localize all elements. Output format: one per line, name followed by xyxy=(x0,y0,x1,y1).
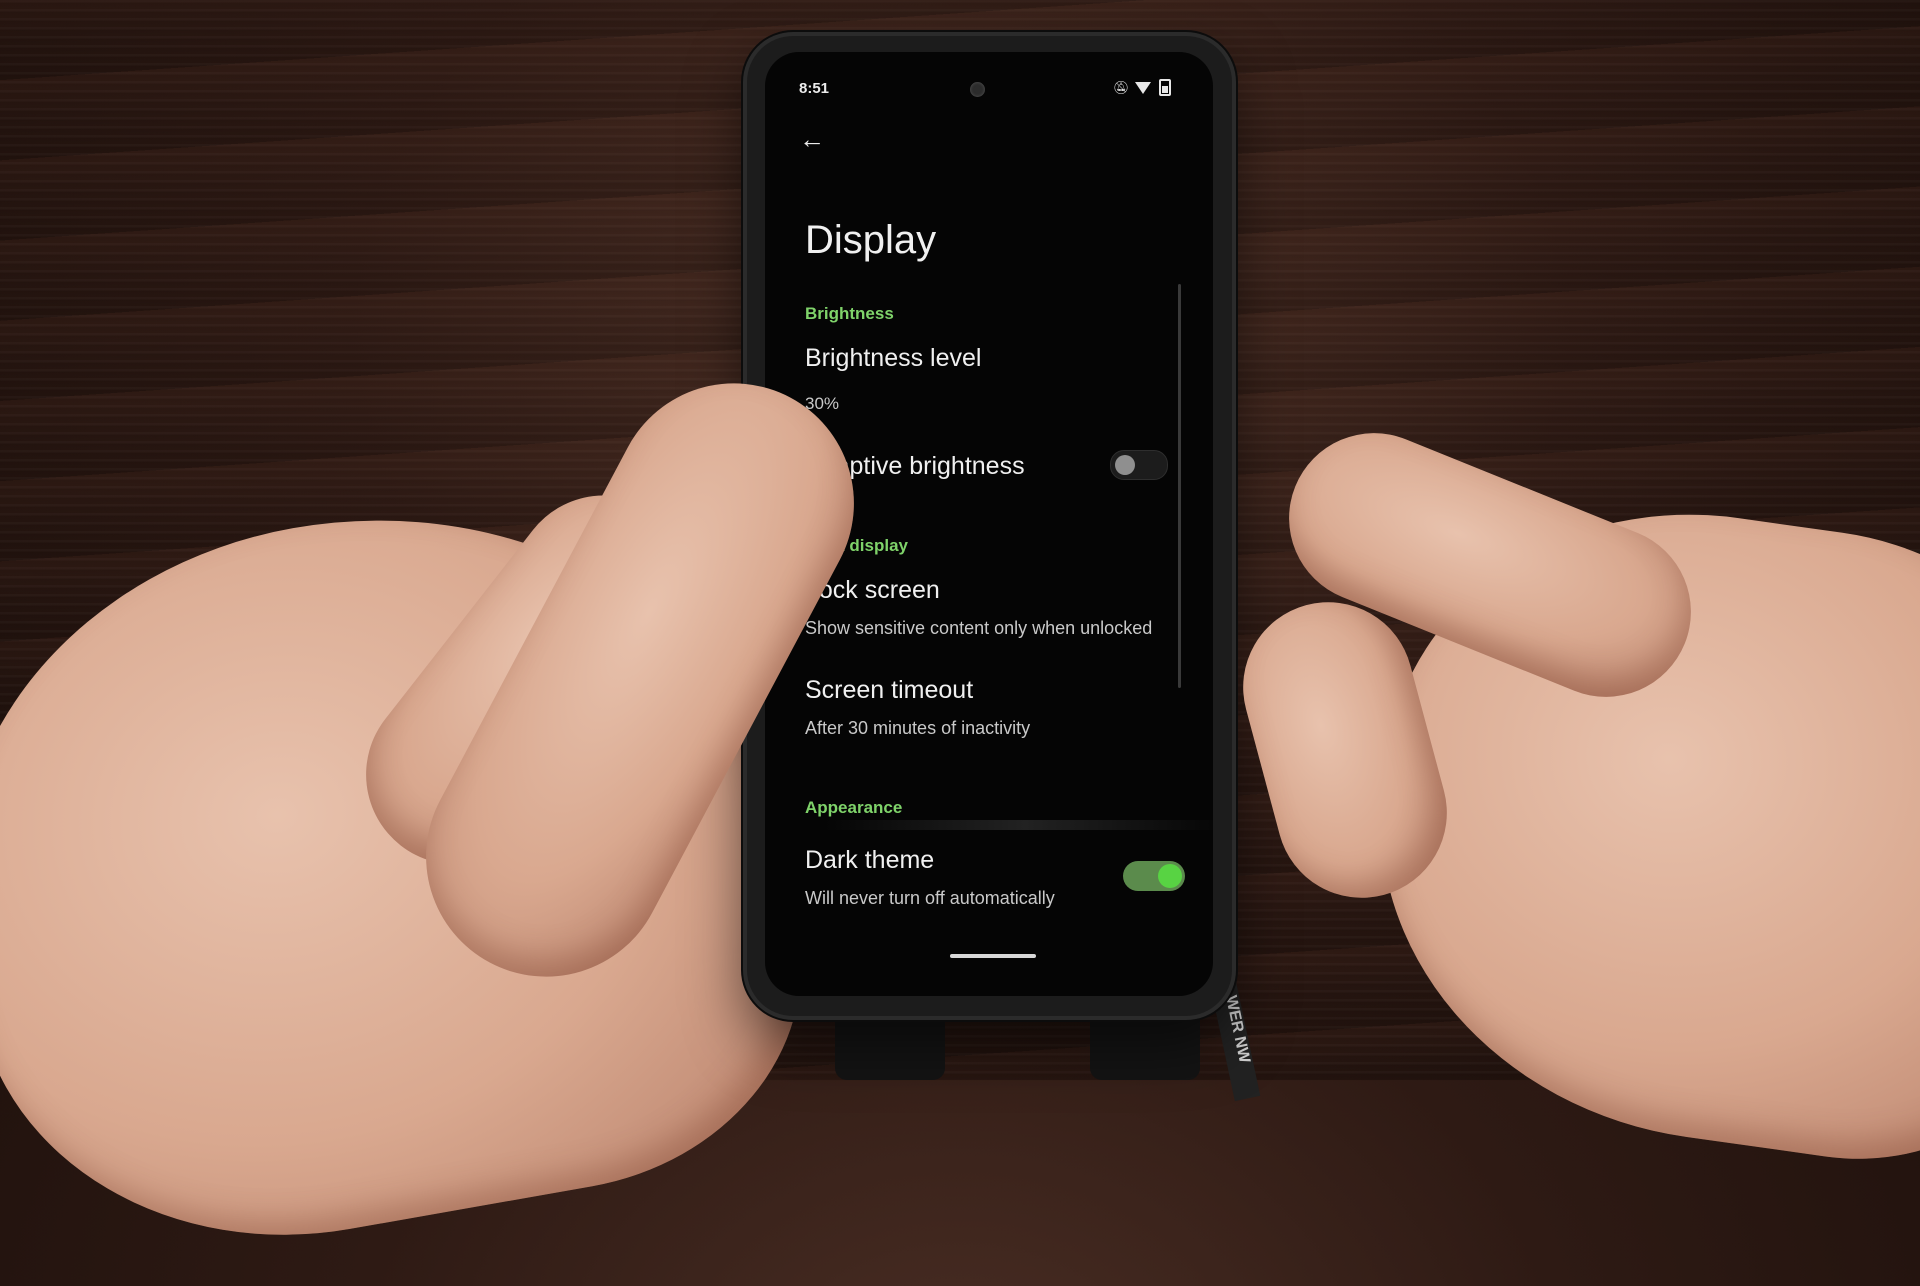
section-header-brightness: Brightness xyxy=(805,304,894,323)
scrollbar[interactable] xyxy=(1178,284,1181,688)
dark-theme-subtitle: Will never turn off automatically xyxy=(805,888,1055,908)
screen-glare xyxy=(825,820,1213,830)
section-header-appearance: Appearance xyxy=(805,798,903,817)
lock-screen-subtitle: Show sensitive content only when unlocke… xyxy=(805,618,1153,638)
mute-icon: 🔕︎ xyxy=(1113,79,1130,95)
brightness-level-title: Brightness level xyxy=(805,344,982,372)
screen-timeout-subtitle: After 30 minutes of inactivity xyxy=(805,718,1031,738)
screen-timeout-title: Screen timeout xyxy=(805,676,974,704)
page-title: Display xyxy=(805,218,937,262)
wifi-icon xyxy=(1135,81,1151,94)
dark-theme-title: Dark theme xyxy=(805,846,935,874)
status-icons: 🔕︎ xyxy=(1113,79,1171,96)
home-gesture-bar[interactable] xyxy=(950,954,1036,958)
front-camera xyxy=(970,82,985,97)
toggle-knob xyxy=(1158,864,1182,888)
status-time: 8:51 xyxy=(799,80,830,97)
battery-icon xyxy=(1159,79,1171,96)
next-item-partial xyxy=(805,960,812,972)
toggle-knob xyxy=(1115,455,1135,475)
arrow-left-icon: ← xyxy=(799,124,825,154)
adaptive-brightness-toggle[interactable] xyxy=(1110,450,1168,480)
back-button[interactable]: ← xyxy=(795,122,829,156)
dark-theme-toggle[interactable] xyxy=(1123,861,1185,891)
